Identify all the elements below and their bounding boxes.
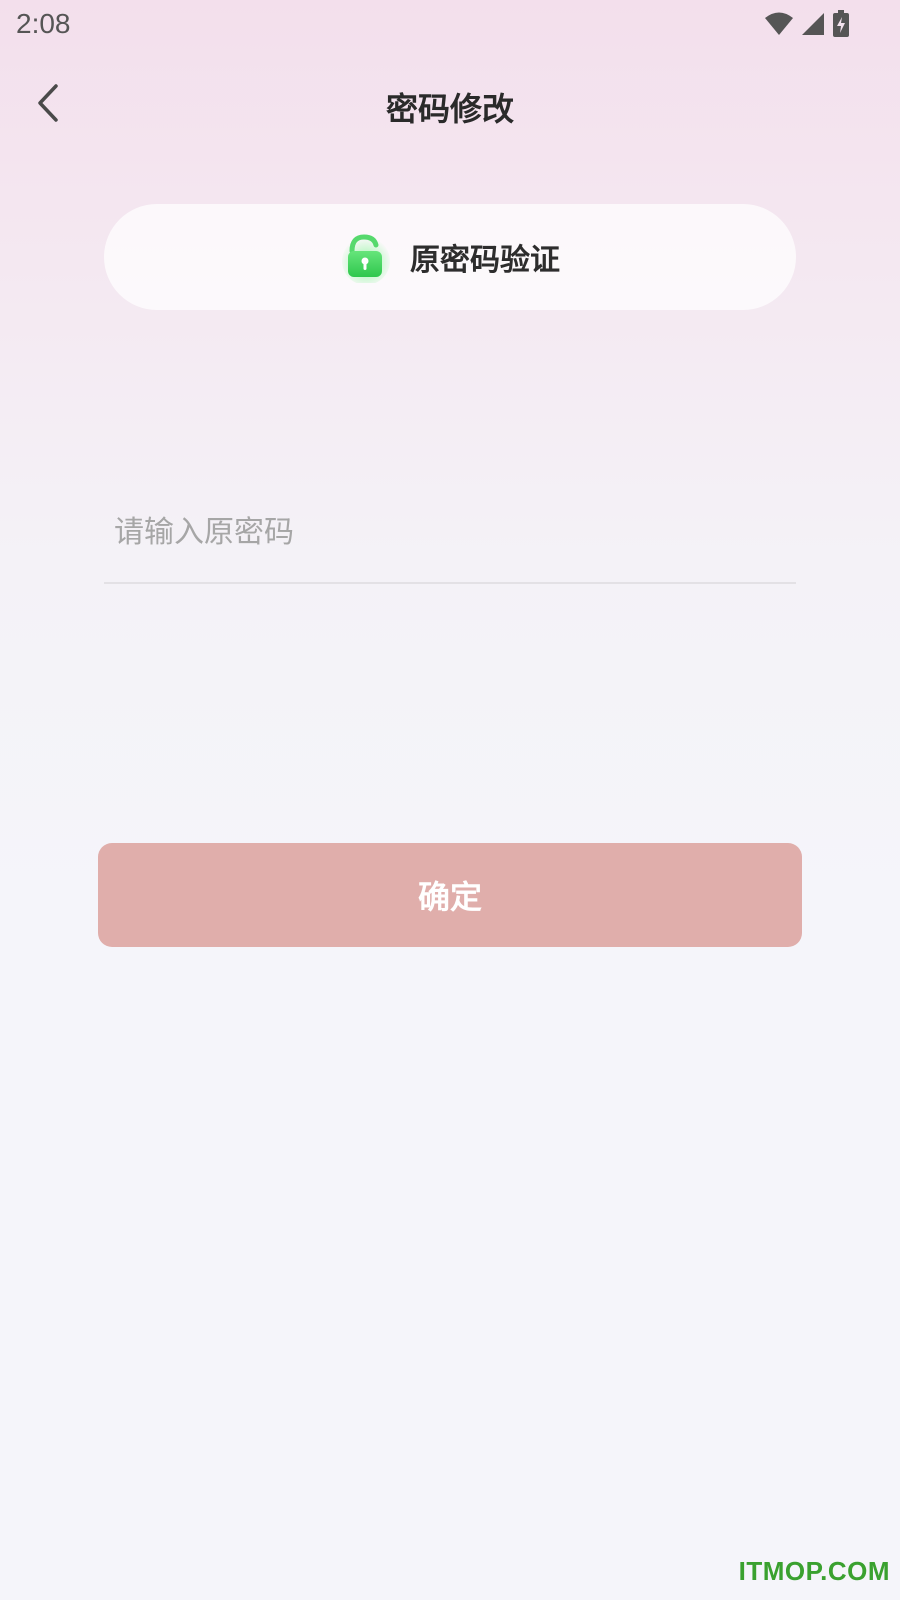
status-icons <box>764 10 850 42</box>
confirm-button[interactable]: 确定 <box>98 843 802 947</box>
wifi-icon <box>764 11 794 41</box>
lock-icon <box>340 231 392 285</box>
page-title: 密码修改 <box>385 90 514 128</box>
password-field <box>104 500 796 584</box>
old-password-input[interactable] <box>104 500 796 564</box>
watermark: ITMOP.COM <box>738 1556 890 1586</box>
status-bar: 2:08 <box>0 0 900 50</box>
step-label: 原密码验证 <box>410 243 560 278</box>
step-indicator: 原密码验证 <box>104 204 796 310</box>
battery-charging-icon <box>832 10 850 42</box>
status-time: 2:08 <box>16 8 71 39</box>
cell-signal-icon <box>800 11 826 41</box>
nav-bar: 密码修改 <box>0 70 900 140</box>
